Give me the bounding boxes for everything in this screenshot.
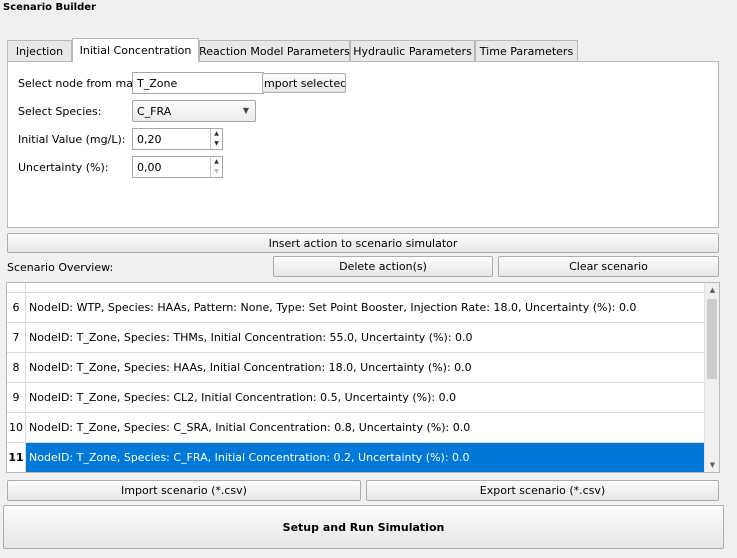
list-scrollbar[interactable]: ▲ ▼ bbox=[704, 283, 719, 472]
spin-up-icon[interactable]: ▲ bbox=[211, 129, 222, 139]
insert-action-button[interactable]: Insert action to scenario simulator bbox=[7, 233, 719, 253]
spin-buttons: ▲ ▼ bbox=[210, 129, 222, 149]
initial-value-label: Initial Value (mg/L): bbox=[18, 133, 126, 146]
species-label: Select Species: bbox=[18, 105, 102, 118]
list-item-selected[interactable]: 11 NodeID: T_Zone, Species: C_FRA, Initia… bbox=[7, 443, 704, 472]
list-item[interactable]: 7 NodeID: T_Zone, Species: THMs, Initial … bbox=[7, 323, 704, 353]
delete-actions-button[interactable]: Delete action(s) bbox=[273, 256, 493, 277]
list-item[interactable]: 8 NodeID: T_Zone, Species: HAAs, Initial … bbox=[7, 353, 704, 383]
list-item[interactable] bbox=[7, 283, 704, 293]
list-item[interactable]: 10 NodeID: T_Zone, Species: C_SRA, Initia… bbox=[7, 413, 704, 443]
uncertainty-label: Uncertainty (%): bbox=[18, 161, 109, 174]
spin-up-icon[interactable]: ▲ bbox=[211, 157, 222, 167]
scenario-list[interactable]: 6 NodeID: WTP, Species: HAAs, Pattern: No… bbox=[6, 282, 720, 473]
import-scenario-button[interactable]: Import scenario (*.csv) bbox=[7, 480, 361, 501]
initial-concentration-panel: Select node from map: T_Zone Import sele… bbox=[7, 61, 719, 228]
import-selected-button[interactable]: Import selected bbox=[262, 73, 346, 93]
uncertainty-stepper[interactable]: 0,00 ▲ ▼ bbox=[132, 156, 223, 178]
list-item[interactable]: 6 NodeID: WTP, Species: HAAs, Pattern: No… bbox=[7, 293, 704, 323]
export-scenario-button[interactable]: Export scenario (*.csv) bbox=[366, 480, 719, 501]
tab-injection[interactable]: Injection bbox=[7, 40, 72, 61]
tab-time-parameters[interactable]: Time Parameters bbox=[475, 40, 578, 61]
scroll-down-icon[interactable]: ▼ bbox=[705, 458, 719, 472]
tab-initial-concentration[interactable]: Initial Concentration bbox=[72, 38, 199, 62]
setup-run-simulation-button[interactable]: Setup and Run Simulation bbox=[3, 505, 724, 549]
spin-down-icon[interactable]: ▼ bbox=[211, 139, 222, 149]
species-select[interactable]: C_FRA ▼ bbox=[132, 100, 256, 122]
clear-scenario-button[interactable]: Clear scenario bbox=[498, 256, 719, 277]
list-item[interactable]: 9 NodeID: T_Zone, Species: CL2, Initial C… bbox=[7, 383, 704, 413]
scenario-overview-label: Scenario Overview: bbox=[7, 261, 114, 274]
node-input[interactable]: T_Zone bbox=[132, 72, 264, 94]
spin-down-icon[interactable]: ▼ bbox=[211, 167, 222, 177]
initial-value-stepper[interactable]: 0,20 ▲ ▼ bbox=[132, 128, 223, 150]
scroll-thumb[interactable] bbox=[707, 299, 717, 379]
window-title: Scenario Builder bbox=[3, 2, 96, 13]
tab-hydraulic-parameters[interactable]: Hydraulic Parameters bbox=[350, 40, 475, 61]
scroll-up-icon[interactable]: ▲ bbox=[705, 283, 719, 297]
node-label: Select node from map: bbox=[18, 77, 144, 90]
chevron-down-icon: ▼ bbox=[242, 106, 249, 115]
spin-buttons: ▲ ▼ bbox=[210, 157, 222, 177]
tab-reaction-model-parameters[interactable]: Reaction Model Parameters bbox=[199, 40, 350, 61]
